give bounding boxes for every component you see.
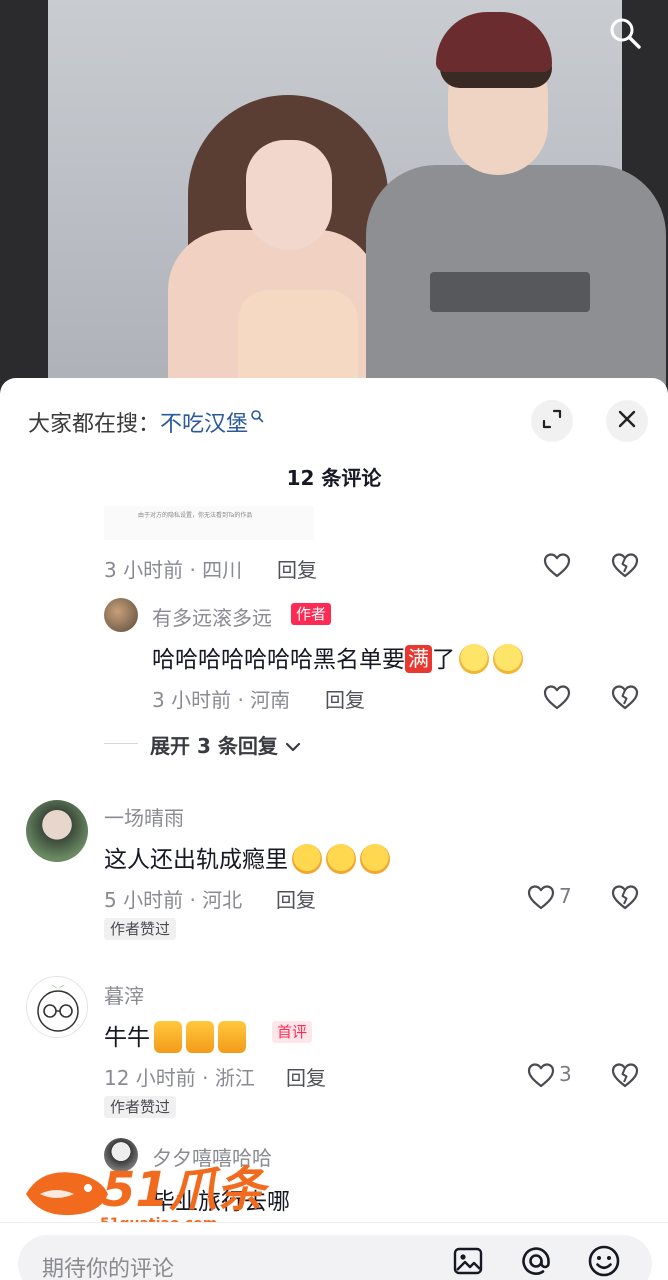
reply-button[interactable]: 回复 [286,1062,326,1091]
teary-emoji-icon [459,643,489,674]
reply-text: 哈哈哈哈哈哈哈黑名单要满了 [152,640,523,676]
like-heart-icon[interactable] [542,550,572,580]
author-badge: 作者 [291,603,332,625]
comment-username[interactable]: 一场晴雨 [104,802,184,831]
comment-text-body: 牛牛 [104,1025,150,1051]
comment-time-location: 3 小时前 · 四川 [104,558,243,582]
search-small-icon [250,404,264,429]
reply-button[interactable]: 回复 [277,554,317,583]
mention-icon[interactable] [518,1243,554,1279]
hidden-comment-image: 由于对方的隐私设置，你无法看到Ta的作品 [104,506,314,540]
blush-emoji-icon [292,843,322,874]
image-icon[interactable] [450,1243,486,1279]
watermark-title: 51爪条 [102,1162,265,1218]
dislike-broken-heart-icon[interactable] [610,1060,640,1090]
like-heart-icon[interactable] [526,882,556,912]
comment-time-location: 12 小时前 · 浙江 [104,1066,255,1090]
blush-emoji-icon [326,843,356,874]
video-frame [48,0,666,390]
hidden-comment-note: 由于对方的隐私设置，你无法看到Ta的作品 [138,512,253,519]
expand-divider [104,743,138,744]
avatar[interactable] [26,976,88,1038]
close-icon [616,408,638,434]
reply-button[interactable]: 回复 [325,684,365,713]
comment-text-body: 这人还出轨成瘾里 [104,847,288,873]
hot-search[interactable]: 大家都在搜：不吃汉堡 [28,406,264,438]
photo-figure [430,272,590,312]
comment-text: 牛牛 [104,1018,246,1055]
comment-count: 12 条评论 [286,466,382,490]
expand-replies-button[interactable]: 展开 3 条回复 [150,730,301,759]
search-icon[interactable] [604,12,646,54]
reply-text-after: 了 [432,647,455,673]
like-count: 3 [559,1062,572,1086]
thumbs-up-emoji-icon [154,1020,182,1053]
reply-button[interactable]: 回复 [276,884,316,913]
thumbs-up-emoji-icon [218,1020,246,1053]
author-liked-badge: 作者赞过 [104,1096,177,1118]
video-preview[interactable] [0,0,668,390]
dislike-broken-heart-icon[interactable] [610,882,640,912]
comment-time-location: 3 小时前 · 河南 [152,688,291,712]
reply-text-before: 哈哈哈哈哈哈哈黑名单要 [152,647,405,673]
sheet-header: 大家都在搜：不吃汉堡 [0,378,668,464]
expand-replies-label: 展开 3 条回复 [150,734,278,758]
blush-emoji-icon [360,843,390,874]
watermark-fish-icon [26,1172,108,1216]
close-button[interactable] [606,400,648,442]
comments-sheet: 大家都在搜：不吃汉堡 12 条评论 由于对方的隐私设置，你无法看到Ta的作品 3… [0,378,668,1280]
like-heart-icon[interactable] [542,682,572,712]
comment-input[interactable]: 期待你的评论 [18,1235,652,1280]
first-comment-badge: 首评 [272,1021,313,1043]
avatar[interactable] [26,800,88,862]
teary-emoji-icon [493,643,523,674]
dislike-broken-heart-icon[interactable] [610,682,640,712]
photo-figure [238,290,358,390]
author-liked-badge: 作者赞过 [104,918,177,940]
avatar[interactable] [104,598,138,632]
comment-input-placeholder: 期待你的评论 [42,1257,175,1280]
photo-figure [436,12,552,72]
expand-button[interactable] [531,400,573,442]
chevron-down-icon [285,734,301,758]
photo-figure [246,140,332,250]
emoji-icon[interactable] [586,1243,622,1279]
full-emoji-box: 满 [405,644,432,673]
like-heart-icon[interactable] [526,1060,556,1090]
comment-username[interactable]: 暮滓 [104,980,144,1009]
expand-icon [541,408,563,434]
hot-search-prefix: 大家都在搜： [28,412,161,437]
comment-input-bar: 期待你的评论 [0,1222,668,1280]
comment-text: 这人还出轨成瘾里 [104,840,390,876]
thumbs-up-emoji-icon [186,1020,214,1053]
dislike-broken-heart-icon[interactable] [610,550,640,580]
reply-username[interactable]: 有多远滚多远 [152,602,272,631]
hot-search-keyword[interactable]: 不吃汉堡 [160,412,248,437]
like-count: 7 [559,884,572,908]
comment-time-location: 5 小时前 · 河北 [104,888,243,912]
